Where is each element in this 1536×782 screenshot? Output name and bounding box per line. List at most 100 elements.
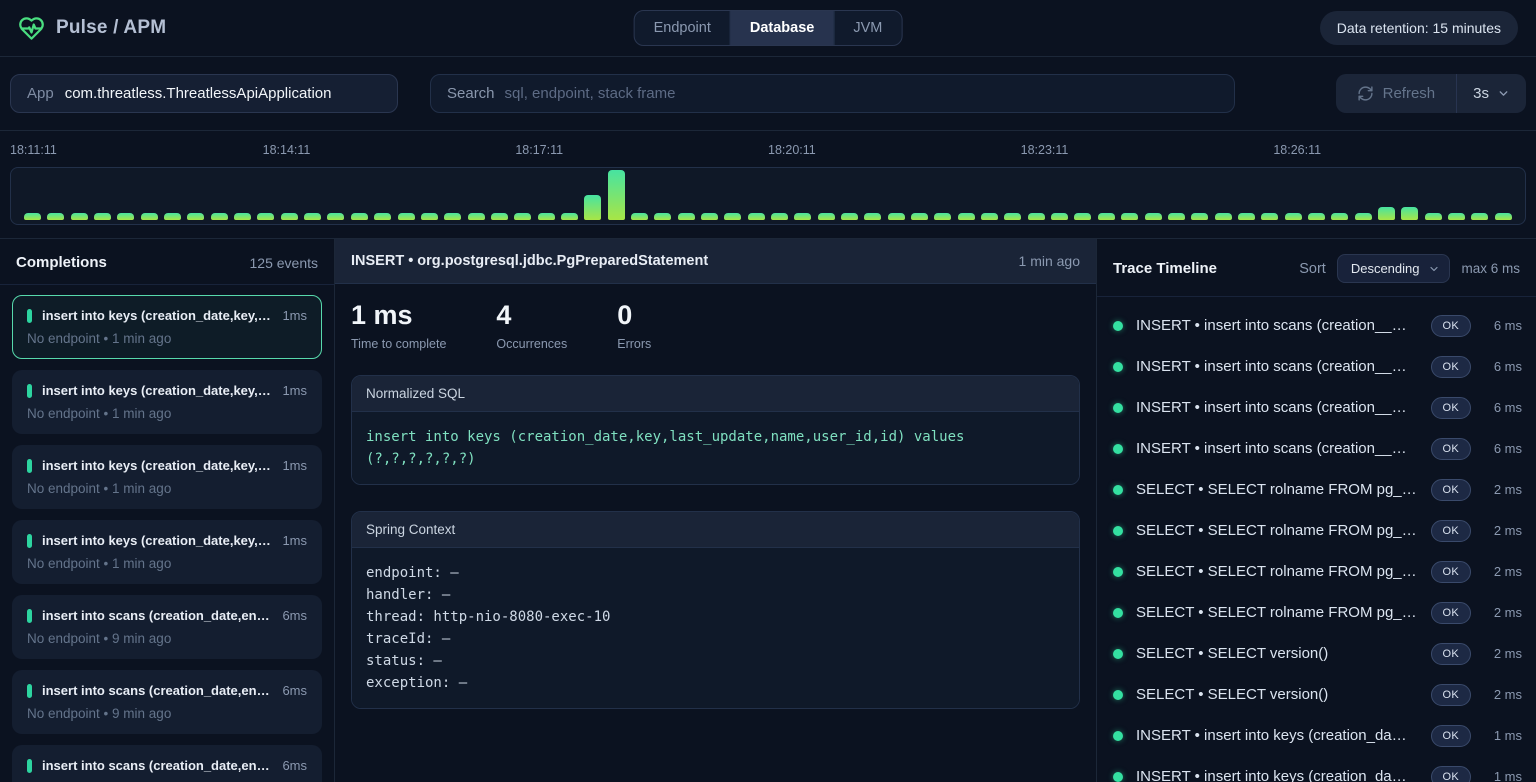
histogram-bar[interactable] bbox=[1308, 213, 1325, 220]
histogram-bar[interactable] bbox=[1168, 213, 1185, 220]
completion-card[interactable]: insert into keys (creation_date,key,l… 1… bbox=[12, 370, 322, 434]
histogram-bar[interactable] bbox=[1028, 213, 1045, 220]
refresh-interval-select[interactable]: 3s bbox=[1456, 74, 1526, 113]
histogram-bar[interactable] bbox=[281, 213, 298, 220]
trace-row[interactable]: SELECT • SELECT rolname FROM pg_r… OK 2 … bbox=[1113, 592, 1522, 633]
trace-row[interactable]: INSERT • insert into scans (creation__… … bbox=[1113, 428, 1522, 469]
status-badge: OK bbox=[1431, 643, 1472, 665]
trace-row-label: INSERT • insert into scans (creation__… bbox=[1136, 399, 1418, 416]
histogram-bar[interactable] bbox=[398, 213, 415, 220]
histogram-bar[interactable] bbox=[421, 213, 438, 220]
completion-title: insert into keys (creation_date,key,l… bbox=[42, 308, 272, 323]
histogram-bar[interactable] bbox=[1215, 213, 1232, 220]
trace-row[interactable]: SELECT • SELECT rolname FROM pg_r… OK 2 … bbox=[1113, 510, 1522, 551]
histogram-bar[interactable] bbox=[934, 213, 951, 220]
completion-card[interactable]: insert into keys (creation_date,key,l… 1… bbox=[12, 520, 322, 584]
histogram-bar[interactable] bbox=[71, 213, 88, 220]
completion-card[interactable]: insert into keys (creation_date,key,l… 1… bbox=[12, 295, 322, 359]
histogram-bar[interactable] bbox=[538, 213, 555, 220]
trace-row[interactable]: INSERT • insert into scans (creation__… … bbox=[1113, 305, 1522, 346]
histogram-bar[interactable] bbox=[818, 213, 835, 220]
histogram-bar[interactable] bbox=[1331, 213, 1348, 220]
histogram-bar[interactable] bbox=[654, 213, 671, 220]
histogram-bar[interactable] bbox=[981, 213, 998, 220]
histogram-bar[interactable] bbox=[631, 213, 648, 220]
histogram-bar[interactable] bbox=[1495, 213, 1512, 220]
search-field[interactable]: Search bbox=[430, 74, 1235, 113]
histogram-bar[interactable] bbox=[491, 213, 508, 220]
tab-jvm[interactable]: JVM bbox=[833, 11, 901, 45]
completion-card[interactable]: insert into keys (creation_date,key,l… 1… bbox=[12, 445, 322, 509]
completion-card[interactable]: insert into scans (creation_date,en… 6ms… bbox=[12, 670, 322, 734]
histogram-bar[interactable] bbox=[1355, 213, 1372, 220]
trace-row[interactable]: SELECT • SELECT rolname FROM pg_r… OK 2 … bbox=[1113, 551, 1522, 592]
histogram-bar[interactable] bbox=[1145, 213, 1162, 220]
histogram-bar[interactable] bbox=[141, 213, 158, 220]
histogram-bar[interactable] bbox=[701, 213, 718, 220]
histogram-bar[interactable] bbox=[1051, 213, 1068, 220]
trace-row-label: INSERT • insert into scans (creation__… bbox=[1136, 358, 1418, 375]
histogram-bar[interactable] bbox=[748, 213, 765, 220]
histogram-bar[interactable] bbox=[514, 213, 531, 220]
histogram-bar[interactable] bbox=[1425, 213, 1442, 220]
histogram-bar[interactable] bbox=[678, 213, 695, 220]
histogram-bar[interactable] bbox=[1121, 213, 1138, 220]
tab-endpoint[interactable]: Endpoint bbox=[635, 11, 730, 45]
histogram-bar[interactable] bbox=[841, 213, 858, 220]
app-selector[interactable]: App com.threatless.ThreatlessApiApplicat… bbox=[10, 74, 398, 113]
histogram-bar[interactable] bbox=[211, 213, 228, 220]
trace-row[interactable]: INSERT • insert into scans (creation__… … bbox=[1113, 346, 1522, 387]
histogram-bar[interactable] bbox=[911, 213, 928, 220]
histogram-bar[interactable] bbox=[1285, 213, 1302, 220]
histogram-bar[interactable] bbox=[561, 213, 578, 220]
histogram-bar[interactable] bbox=[1004, 213, 1021, 220]
histogram-bar[interactable] bbox=[327, 213, 344, 220]
trace-row[interactable]: SELECT • SELECT version() OK 2 ms bbox=[1113, 633, 1522, 674]
histogram-bar[interactable] bbox=[1191, 213, 1208, 220]
histogram-bar[interactable] bbox=[187, 213, 204, 220]
histogram-bar[interactable] bbox=[1074, 213, 1091, 220]
histogram-bar[interactable] bbox=[117, 213, 134, 220]
histogram-bar[interactable] bbox=[234, 213, 251, 220]
histogram-bar[interactable] bbox=[794, 213, 811, 220]
completion-card[interactable]: insert into scans (creation_date,en… 6ms… bbox=[12, 595, 322, 659]
sort-select[interactable]: Descending bbox=[1337, 254, 1451, 283]
refresh-button[interactable]: Refresh bbox=[1336, 74, 1457, 113]
histogram-bar[interactable] bbox=[468, 213, 485, 220]
histogram-bar[interactable] bbox=[1401, 207, 1418, 220]
histogram-bar[interactable] bbox=[958, 213, 975, 220]
histogram-bar[interactable] bbox=[94, 213, 111, 220]
histogram-bar[interactable] bbox=[1261, 213, 1278, 220]
histogram-bar[interactable] bbox=[1098, 213, 1115, 220]
histogram-bar[interactable] bbox=[47, 213, 64, 220]
histogram-bar[interactable] bbox=[1471, 213, 1488, 220]
histogram-bar[interactable] bbox=[1378, 207, 1395, 220]
sort-select-value: Descending bbox=[1351, 261, 1420, 276]
trace-status-dot-icon bbox=[1113, 526, 1123, 536]
histogram-bar[interactable] bbox=[1448, 213, 1465, 220]
histogram-bar[interactable] bbox=[304, 213, 321, 220]
histogram-bar[interactable] bbox=[724, 213, 741, 220]
histogram-bar[interactable] bbox=[374, 213, 391, 220]
trace-row[interactable]: SELECT • SELECT version() OK 2 ms bbox=[1113, 674, 1522, 715]
trace-row[interactable]: INSERT • insert into keys (creation_da… … bbox=[1113, 715, 1522, 756]
histogram-bar[interactable] bbox=[351, 213, 368, 220]
histogram-bar[interactable] bbox=[608, 170, 625, 220]
histogram-bar[interactable] bbox=[164, 213, 181, 220]
histogram-bar[interactable] bbox=[864, 213, 881, 220]
trace-row[interactable]: INSERT • insert into scans (creation__… … bbox=[1113, 387, 1522, 428]
histogram-bar[interactable] bbox=[257, 213, 274, 220]
tab-database[interactable]: Database bbox=[730, 11, 833, 45]
histogram-bar[interactable] bbox=[24, 213, 41, 220]
histogram-bar[interactable] bbox=[888, 213, 905, 220]
search-input[interactable] bbox=[505, 85, 1218, 102]
trace-status-dot-icon bbox=[1113, 362, 1123, 372]
histogram-bar[interactable] bbox=[444, 213, 461, 220]
completion-card[interactable]: insert into scans (creation_date,en… 6ms… bbox=[12, 745, 322, 782]
histogram-bar[interactable] bbox=[584, 195, 601, 220]
detail-panel: INSERT • org.postgresql.jdbc.PgPreparedS… bbox=[335, 239, 1096, 782]
histogram-bar[interactable] bbox=[1238, 213, 1255, 220]
trace-row[interactable]: SELECT • SELECT rolname FROM pg_r… OK 2 … bbox=[1113, 469, 1522, 510]
histogram-bar[interactable] bbox=[771, 213, 788, 220]
trace-row[interactable]: INSERT • insert into keys (creation_da… … bbox=[1113, 756, 1522, 782]
